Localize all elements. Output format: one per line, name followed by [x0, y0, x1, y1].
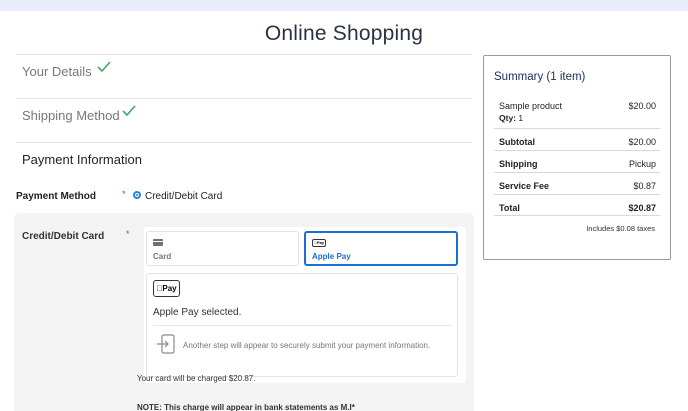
tab-card[interactable]: Card [146, 231, 299, 266]
summary-product-name: Sample product [499, 101, 563, 111]
apple-pay-section: Pay Apple Pay selected. Another step wi… [146, 273, 458, 377]
required-marker: * [122, 189, 126, 199]
step-payment-information-label: Payment Information [22, 152, 142, 167]
check-icon [97, 60, 111, 78]
step-shipping-method-label: Shipping Method [22, 108, 120, 123]
credit-debit-radio[interactable] [133, 191, 141, 199]
summary-total-label: Total [499, 203, 520, 213]
step-your-details-label: Your Details [22, 64, 92, 79]
charge-notice: Your card will be charged $20.87. [137, 374, 256, 383]
summary-product-row: Sample product $20.00 Qty: 1 [494, 93, 660, 128]
credit-debit-radio-label[interactable]: Credit/Debit Card [145, 191, 222, 202]
summary-shipping-value: Pickup [628, 159, 656, 169]
summary-subtotal-row: Subtotal $20.00 [494, 128, 660, 150]
summary-service-fee-row: Service Fee $0.87 [494, 172, 660, 194]
step-your-details[interactable]: Your Details [16, 54, 472, 98]
step-payment-information: Payment Information [16, 142, 472, 176]
tab-apple-pay-label: Apple Pay [312, 252, 351, 261]
summary-service-fee-value: $0.87 [633, 181, 656, 191]
apple-pay-selected-text: Apple Pay selected. [153, 307, 242, 318]
page-title: Online Shopping [264, 22, 424, 45]
summary-product-price: $20.00 [628, 101, 656, 111]
top-bar [0, 0, 688, 11]
tab-card-label: Card [153, 252, 172, 261]
summary-subtotal-label: Subtotal [499, 137, 535, 147]
redirect-arrow-icon [156, 334, 176, 359]
summary-product-qty: Qty: 1 [499, 113, 524, 123]
summary-title: Summary (1 item) [494, 71, 586, 83]
summary-total-row: Total $20.87 [494, 194, 660, 216]
card-panel: Credit/Debit Card * Card Pay Apple Pay … [14, 213, 474, 411]
step-shipping-method[interactable]: Shipping Method [16, 98, 472, 142]
tab-apple-pay[interactable]: Pay Apple Pay [304, 231, 458, 266]
required-marker: * [126, 229, 130, 239]
credit-debit-card-label: Credit/Debit Card [22, 231, 105, 242]
apple-pay-icon: Pay [312, 239, 326, 247]
payment-method-label: Payment Method [16, 191, 97, 202]
divider [153, 325, 451, 326]
summary-service-fee-label: Service Fee [499, 181, 550, 191]
summary-taxes-note: Includes $0.08 taxes [586, 224, 655, 233]
summary-shipping-row: Shipping Pickup [494, 150, 660, 172]
apple-pay-logo-icon: Pay [153, 280, 180, 297]
credit-card-icon [153, 239, 163, 246]
check-icon [122, 104, 136, 122]
order-summary: Summary (1 item) Sample product $20.00 Q… [483, 55, 671, 260]
payment-element: Card Pay Apple Pay Pay Apple Pay selec… [144, 227, 466, 383]
summary-total-value: $20.87 [628, 203, 656, 213]
summary-subtotal-value: $20.00 [628, 137, 656, 147]
another-step-note: Another step will appear to securely sub… [183, 341, 431, 350]
statement-note: NOTE: This charge will appear in bank st… [137, 403, 355, 411]
summary-shipping-label: Shipping [499, 159, 538, 169]
